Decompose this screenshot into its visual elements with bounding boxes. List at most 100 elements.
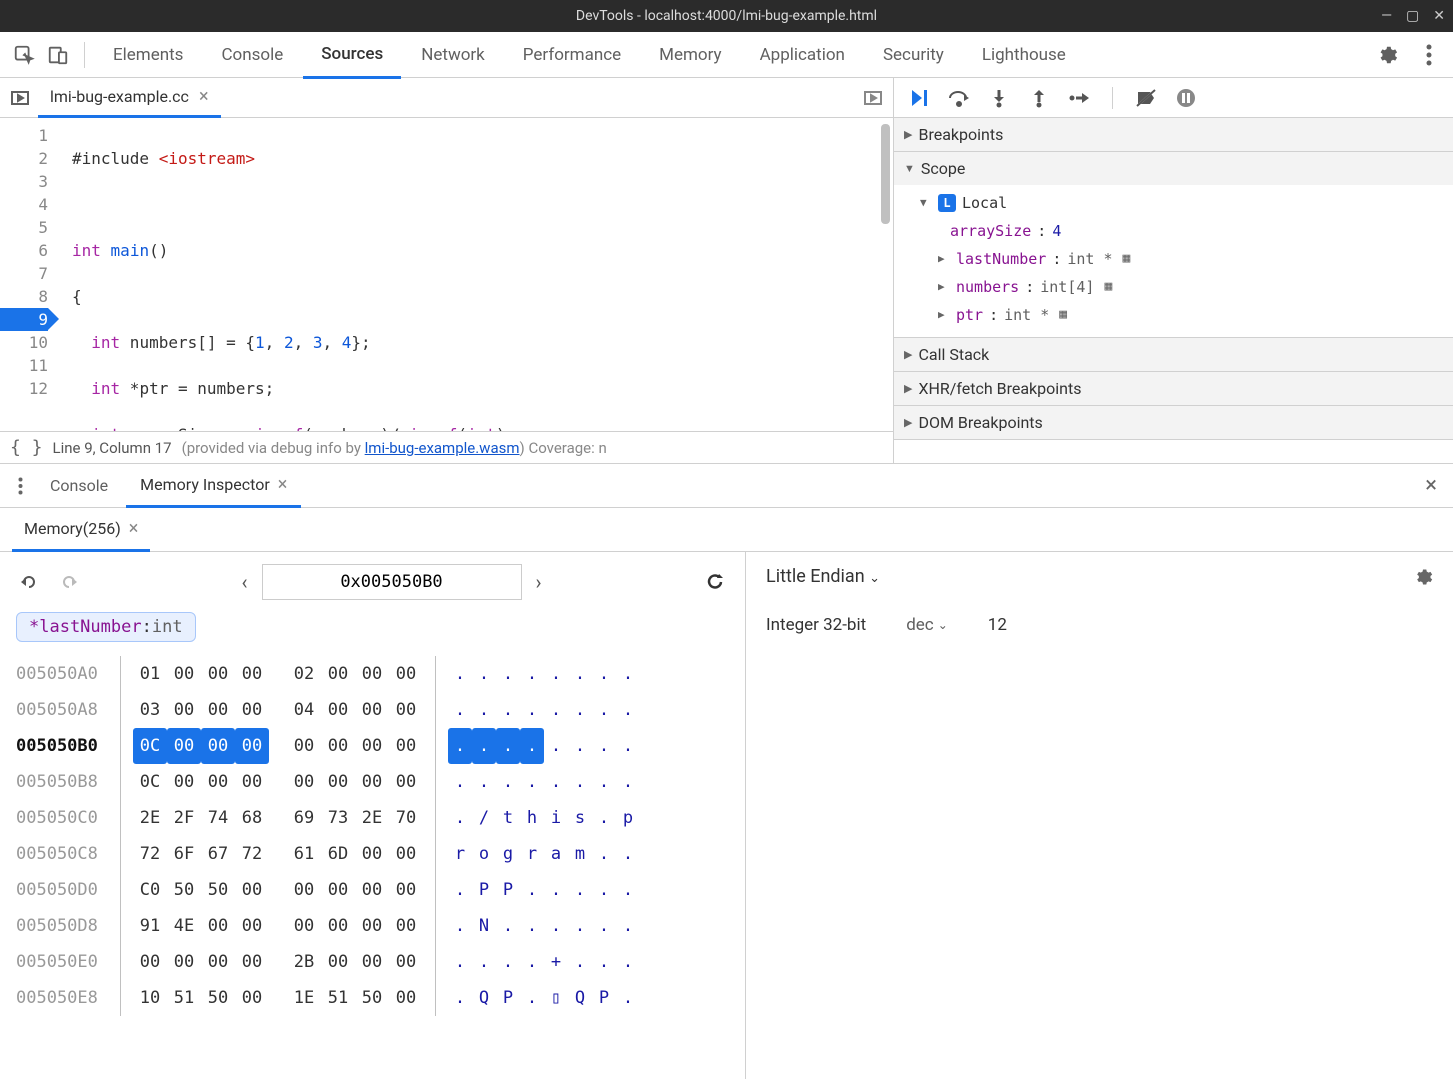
hex-byte[interactable]: 00 [355, 908, 389, 944]
drawer-close-icon[interactable]: × [1417, 473, 1445, 498]
deactivate-breakpoints-icon[interactable] [1135, 87, 1157, 109]
tab-sources[interactable]: Sources [303, 32, 401, 79]
hex-byte[interactable]: 00 [201, 908, 235, 944]
drawer-tab-memory-inspector[interactable]: Memory Inspector × [126, 464, 301, 508]
step-icon[interactable] [1068, 87, 1090, 109]
hex-byte[interactable]: 00 [355, 692, 389, 728]
hex-byte[interactable]: 00 [201, 692, 235, 728]
hex-byte[interactable]: 00 [389, 872, 423, 908]
hex-byte[interactable]: 00 [235, 656, 269, 692]
hex-byte[interactable]: 00 [235, 692, 269, 728]
hex-byte[interactable]: 00 [167, 656, 201, 692]
hex-byte[interactable]: 00 [287, 764, 321, 800]
drawer-tab-console[interactable]: Console [36, 466, 122, 505]
hex-byte[interactable]: 4E [167, 908, 201, 944]
memory-highlight-chip[interactable]: *lastNumber: int [16, 612, 196, 642]
var-lastnumber[interactable]: ▶lastNumber: int *▦ [920, 245, 1453, 273]
hex-byte[interactable]: 00 [355, 656, 389, 692]
endian-select[interactable]: Little Endian ⌄ [766, 566, 880, 587]
tab-network[interactable]: Network [403, 33, 503, 77]
tab-console[interactable]: Console [203, 33, 301, 77]
hex-byte[interactable]: 00 [321, 872, 355, 908]
hex-byte[interactable]: 2E [355, 800, 389, 836]
hex-byte[interactable]: 00 [235, 764, 269, 800]
scope-local[interactable]: ▼L Local [920, 189, 1453, 217]
hex-byte[interactable]: 00 [389, 908, 423, 944]
hex-byte[interactable]: 67 [201, 836, 235, 872]
hex-byte[interactable]: 00 [321, 764, 355, 800]
hex-byte[interactable]: 00 [321, 656, 355, 692]
callstack-section[interactable]: ▶Call Stack [894, 338, 1453, 371]
dom-section[interactable]: ▶DOM Breakpoints [894, 406, 1453, 439]
hex-byte[interactable]: 68 [235, 800, 269, 836]
hex-byte[interactable]: 6F [167, 836, 201, 872]
hex-byte[interactable]: 00 [167, 692, 201, 728]
hex-byte[interactable]: 00 [321, 944, 355, 980]
hex-byte[interactable]: 00 [389, 944, 423, 980]
tab-security[interactable]: Security [865, 33, 962, 77]
resume-icon[interactable] [908, 87, 930, 109]
hex-byte[interactable]: 91 [133, 908, 167, 944]
run-snippet-icon[interactable] [859, 88, 887, 108]
breakpoints-section[interactable]: ▶Breakpoints [894, 118, 1453, 151]
hex-byte[interactable]: 00 [355, 836, 389, 872]
value-format-select[interactable]: dec ⌄ [906, 615, 948, 635]
hex-byte[interactable]: 00 [235, 908, 269, 944]
memory-tab-close-icon[interactable]: × [129, 518, 139, 539]
hex-byte[interactable]: 00 [355, 944, 389, 980]
hex-byte[interactable]: 00 [287, 728, 321, 764]
var-arraysize[interactable]: arraySize: 4 [920, 217, 1453, 245]
hex-byte[interactable]: 03 [133, 692, 167, 728]
hex-byte[interactable]: 2F [167, 800, 201, 836]
hex-byte[interactable]: 51 [167, 980, 201, 1016]
hex-byte[interactable]: 02 [287, 656, 321, 692]
hex-byte[interactable]: 00 [389, 836, 423, 872]
hex-byte[interactable]: 61 [287, 836, 321, 872]
undo-icon[interactable] [16, 569, 42, 595]
var-numbers[interactable]: ▶numbers: int[4]▦ [920, 273, 1453, 301]
pause-exceptions-icon[interactable] [1175, 87, 1197, 109]
hex-byte[interactable]: 00 [355, 728, 389, 764]
hex-byte[interactable]: 73 [321, 800, 355, 836]
xhr-section[interactable]: ▶XHR/fetch Breakpoints [894, 372, 1453, 405]
hex-byte[interactable]: 00 [355, 764, 389, 800]
tab-lighthouse[interactable]: Lighthouse [964, 33, 1084, 77]
hex-byte[interactable]: 00 [235, 980, 269, 1016]
tab-application[interactable]: Application [742, 33, 863, 77]
hex-byte[interactable]: 50 [201, 872, 235, 908]
memory-icon[interactable]: ▦ [1059, 301, 1067, 329]
hex-byte[interactable]: 00 [321, 728, 355, 764]
refresh-icon[interactable] [701, 568, 729, 596]
hex-byte[interactable]: 00 [201, 764, 235, 800]
hex-byte[interactable]: 10 [133, 980, 167, 1016]
tab-memory[interactable]: Memory [641, 33, 739, 77]
hex-byte[interactable]: 00 [287, 872, 321, 908]
memory-icon[interactable]: ▦ [1123, 245, 1131, 273]
step-over-icon[interactable] [948, 87, 970, 109]
hex-byte[interactable]: 00 [389, 764, 423, 800]
var-ptr[interactable]: ▶ptr: int *▦ [920, 301, 1453, 329]
memory-address-input[interactable] [262, 564, 522, 600]
hex-byte[interactable]: 00 [235, 944, 269, 980]
hex-byte[interactable]: 00 [389, 656, 423, 692]
memory-tab[interactable]: Memory(256) × [12, 508, 150, 552]
hex-byte[interactable]: 00 [167, 764, 201, 800]
tab-elements[interactable]: Elements [95, 33, 201, 77]
redo-icon[interactable] [56, 569, 82, 595]
file-tab[interactable]: lmi-bug-example.cc × [38, 78, 221, 118]
hex-byte[interactable]: 2B [287, 944, 321, 980]
hex-byte[interactable]: 70 [389, 800, 423, 836]
step-into-icon[interactable] [988, 87, 1010, 109]
hex-byte[interactable]: 00 [355, 872, 389, 908]
hex-byte[interactable]: 00 [235, 872, 269, 908]
memory-icon[interactable]: ▦ [1104, 273, 1112, 301]
hex-byte[interactable]: 0C [133, 728, 167, 764]
hex-byte[interactable]: 00 [201, 656, 235, 692]
hex-byte[interactable]: 00 [201, 728, 235, 764]
hex-byte[interactable]: 1E [287, 980, 321, 1016]
hex-byte[interactable]: 01 [133, 656, 167, 692]
hex-byte[interactable]: 50 [201, 980, 235, 1016]
hex-byte[interactable]: 00 [201, 944, 235, 980]
settings-icon[interactable] [1371, 39, 1403, 71]
scrollbar[interactable] [881, 124, 890, 224]
